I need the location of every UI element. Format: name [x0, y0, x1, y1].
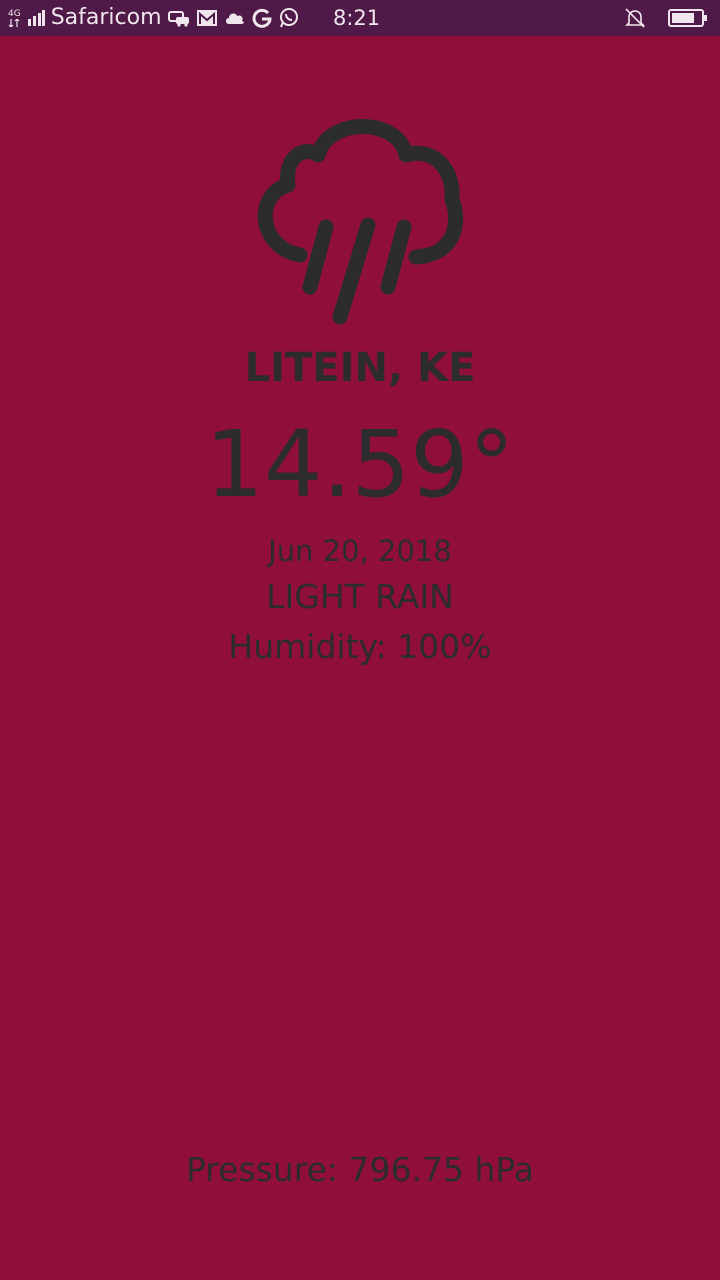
bell-muted-icon — [625, 8, 645, 28]
gmail-icon — [196, 10, 217, 26]
status-bar-left: 4G Safaricom — [8, 0, 300, 36]
network-label: 4G — [8, 8, 21, 19]
whatsapp-icon — [279, 8, 298, 28]
weather-description: LIGHT RAIN — [266, 577, 454, 616]
status-bar-right — [624, 0, 708, 36]
status-bar: 4G Safaricom 8:21 — [0, 0, 720, 36]
clock: 8:21 — [333, 6, 381, 30]
battery-icon — [668, 9, 707, 27]
pressure: Pressure: 796.75 hPa — [185, 1150, 535, 1189]
network-type: 4G — [8, 8, 21, 27]
date: Jun 20, 2018 — [268, 534, 452, 568]
humidity: Humidity: 100% — [228, 627, 492, 666]
carrier-name: Safaricom — [50, 5, 162, 30]
city-name: LITEIN, KE — [244, 345, 476, 391]
car-icon — [167, 11, 189, 27]
temperature: 14.59° — [205, 411, 515, 518]
google-icon — [252, 8, 272, 28]
rain-cloud-icon — [248, 117, 472, 341]
signal-icon — [27, 10, 45, 26]
cloud-icon — [225, 13, 244, 24]
